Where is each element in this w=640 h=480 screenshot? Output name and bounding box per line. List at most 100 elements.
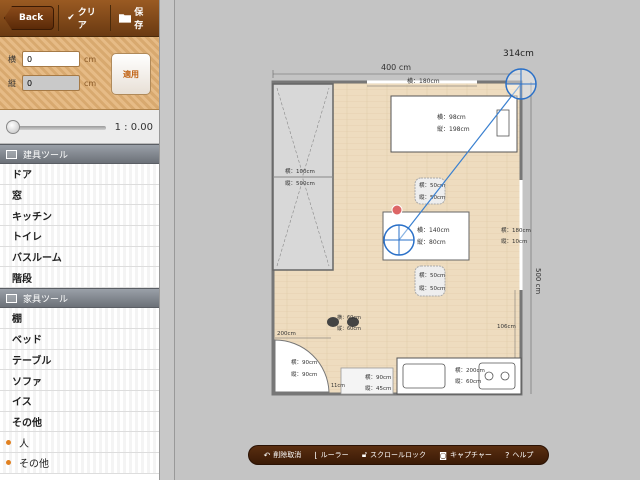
list-item-label: 人 [19, 438, 29, 450]
cabinet-depth-label: 縦：45cm [365, 384, 391, 392]
depth-label: 縦 [8, 78, 16, 88]
right-window-depth-label: 縦：10cm [501, 237, 527, 245]
tool-panel: Back ✔ クリア 保存 横 cm 縦 cm 適用 [0, 0, 160, 480]
list-item[interactable]: 窓 [0, 184, 159, 206]
list-item-label: その他 [12, 417, 42, 429]
small-chair-width-label: 横：60cm [337, 314, 361, 321]
width-input[interactable] [22, 51, 80, 67]
kitchen-depth-label: 縦：60cm [455, 377, 481, 385]
grid-icon [6, 293, 17, 303]
rotation-slider-track[interactable] [10, 126, 106, 130]
stove [478, 362, 516, 390]
lock-icon: 🔓︎ [361, 450, 368, 459]
orange-dot-icon [6, 460, 11, 466]
orange-dot-icon [6, 439, 11, 445]
rotation-slider-knob[interactable] [6, 120, 20, 134]
dimension-200-label: 200cm [277, 331, 296, 337]
list-item[interactable]: テーブル [0, 349, 159, 371]
capture-label: キャプチャー [449, 451, 492, 459]
list-item[interactable]: ドア [0, 164, 159, 185]
list-item-label: 窓 [12, 191, 22, 203]
undo-delete-button[interactable]: ↶ 削除取消 [264, 450, 302, 460]
depth-row: 縦 cm [8, 75, 96, 91]
apply-button[interactable]: 適用 [111, 53, 151, 95]
fixture-tools-title: 建具ツール [23, 150, 69, 161]
fixture-tools-header: 建具ツール [0, 144, 159, 164]
toolbar-divider [58, 5, 60, 31]
help-icon: ? [505, 450, 510, 460]
cabinet-width-label: 横：90cm [365, 373, 391, 381]
undo-icon: ↶ [263, 450, 271, 460]
list-item-label: テーブル [12, 355, 52, 367]
door-depth-label: 縦：90cm [291, 370, 317, 378]
list-item[interactable]: キッチン [0, 205, 159, 227]
size-input-area: 横 cm 縦 cm 適用 [0, 37, 159, 110]
ruler-endpoint-bottom[interactable] [383, 224, 415, 256]
capture-button[interactable]: ◙ キャプチャー [439, 450, 492, 460]
scroll-lock-button[interactable]: 🔓︎ スクロールロック [362, 450, 426, 460]
top-toolbar: Back ✔ クリア 保存 [0, 0, 159, 37]
scroll-lock-label: スクロールロック [370, 451, 427, 459]
chair-bottom-width-label: 横：50cm [419, 271, 445, 279]
bottom-toolbar: ↶ 削除取消 ⌊ ルーラー 🔓︎ スクロールロック ◙ キャプチャー ? ヘルプ [248, 445, 549, 465]
floorplan-drawing: 400 cm 横：180cm 500 cm 横：100cm 縦：500cm 横：… [271, 49, 542, 396]
bed-pillow [496, 109, 510, 137]
right-window-width-label: 横：180cm [501, 226, 531, 234]
list-item-label: 階段 [12, 273, 32, 285]
list-item-label: キッチン [12, 211, 52, 223]
grid-icon [6, 149, 17, 159]
floorplan-canvas[interactable]: 400 cm 横：180cm 500 cm 横：100cm 縦：500cm 横：… [174, 0, 640, 480]
ruler-button[interactable]: ⌊ ルーラー [315, 450, 349, 460]
list-item[interactable]: ベッド [0, 328, 159, 350]
back-button[interactable]: Back [4, 6, 55, 30]
save-button[interactable]: 保存 [115, 6, 155, 31]
width-label: 横 [8, 54, 16, 64]
door-width-label: 横：90cm [291, 358, 317, 366]
ruler-endpoint-top[interactable] [505, 68, 537, 100]
camera-icon: ◙ [439, 450, 447, 460]
width-row: 横 cm [8, 51, 96, 67]
sink [402, 363, 446, 389]
list-item[interactable]: その他 [0, 411, 159, 433]
closet-depth-label: 縦：500cm [285, 179, 315, 187]
table-depth-label: 縦：80cm [417, 238, 446, 246]
furniture-tools-header: 家具ツール [0, 288, 159, 309]
list-item[interactable]: ソファ [0, 370, 159, 391]
list-item[interactable]: バスルーム [0, 246, 159, 268]
help-button[interactable]: ? ヘルプ [505, 450, 533, 460]
ruler-distance-label: 314cm [503, 49, 534, 59]
small-chair-depth-label: 縦：60cm [337, 325, 361, 332]
table-width-label: 横：140cm [417, 226, 450, 234]
depth-input[interactable] [22, 75, 80, 91]
ruler-icon: ⌊ [314, 450, 318, 460]
undo-delete-label: 削除取消 [273, 451, 302, 459]
width-unit: cm [84, 54, 97, 64]
rotation-slider-area: 1 : 0.00 [0, 110, 159, 144]
save-button-label: 保存 [134, 8, 144, 31]
furniture-tools-title: 家具ツール [23, 294, 69, 305]
list-item[interactable]: トイレ [0, 226, 159, 247]
list-item-label: イス [12, 397, 32, 409]
room-width-label: 400 cm [381, 63, 411, 72]
list-item[interactable]: その他 [0, 452, 159, 474]
handle-dot[interactable] [391, 204, 403, 216]
list-item[interactable]: 階段 [0, 267, 159, 289]
list-item-label: トイレ [12, 232, 42, 244]
room-height-label: 500 cm [534, 268, 542, 294]
closet-width-label: 横：100cm [285, 167, 315, 175]
list-item[interactable]: イス [0, 390, 159, 412]
dimension-106-label: 106cm [497, 324, 516, 330]
back-button-label: Back [19, 13, 44, 23]
help-label: ヘルプ [512, 451, 534, 459]
folder-icon [119, 14, 132, 23]
rotation-value: 1 : 0.00 [114, 122, 153, 133]
list-item-label: 棚 [12, 314, 22, 326]
depth-unit: cm [84, 78, 97, 88]
toolbar-divider [110, 5, 112, 31]
clear-button[interactable]: ✔ クリア [63, 6, 106, 31]
bed-width-label: 横：98cm [437, 113, 466, 121]
chair-bottom-depth-label: 縦：50cm [419, 284, 445, 292]
list-item[interactable]: 棚 [0, 308, 159, 329]
list-item-label: ドア [12, 170, 32, 182]
list-item[interactable]: 人 [0, 432, 159, 453]
